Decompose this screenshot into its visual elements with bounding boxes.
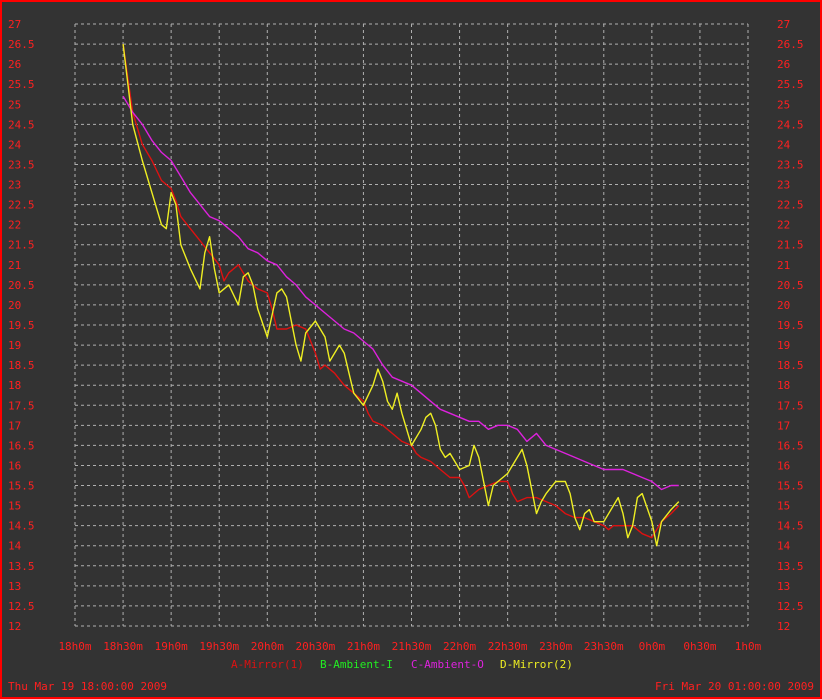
y-tick-label-right: 14.5 bbox=[777, 520, 804, 533]
y-tick-label-left: 26.5 bbox=[8, 38, 35, 51]
y-tick-label-right: 24.5 bbox=[777, 118, 804, 131]
x-tick-label: 21h0m bbox=[347, 640, 380, 653]
y-tick-label-left: 21 bbox=[8, 259, 21, 272]
y-tick-label-right: 20.5 bbox=[777, 279, 804, 292]
y-tick-label-right: 17 bbox=[777, 419, 790, 432]
y-axis-left: 12 12.5 13 13.5 14 14.5 15 15.5 16 16.5 17 17.5 18 18… bbox=[8, 18, 35, 633]
x-tick-label: 22h0m bbox=[443, 640, 476, 653]
y-tick-label-left: 23.5 bbox=[8, 158, 35, 171]
y-tick-label-left: 18 bbox=[8, 379, 21, 392]
y-tick-label-right: 12 bbox=[777, 620, 790, 633]
y-tick-label-right: 27 bbox=[777, 18, 790, 31]
y-tick-label-right: 17.5 bbox=[777, 399, 804, 412]
legend-entry: A-Mirror(1) bbox=[231, 658, 304, 671]
y-tick-label-left: 16 bbox=[8, 459, 21, 472]
y-tick-label-left: 25.5 bbox=[8, 78, 35, 91]
y-tick-label-left: 12.5 bbox=[8, 600, 35, 613]
legend-entry: B-Ambient-I bbox=[320, 658, 393, 671]
x-axis: 18h0m 18h30m 19h0m 19h30m 20h0m 20h30m 21h0m 21… bbox=[58, 640, 761, 653]
y-tick-label-left: 25 bbox=[8, 98, 21, 111]
y-tick-label-right: 25 bbox=[777, 98, 790, 111]
y-tick-label-right: 13.5 bbox=[777, 560, 804, 573]
x-tick-label: 1h0m bbox=[735, 640, 762, 653]
x-tick-label: 20h30m bbox=[295, 640, 335, 653]
y-tick-label-left: 22 bbox=[8, 219, 21, 232]
start-time-label: Thu Mar 19 18:00:00 2009 bbox=[8, 680, 167, 693]
y-tick-label-right: 21.5 bbox=[777, 239, 804, 252]
y-tick-label-left: 15 bbox=[8, 500, 21, 513]
y-tick-label-right: 16.5 bbox=[777, 439, 804, 452]
x-tick-label: 23h30m bbox=[584, 640, 624, 653]
y-tick-label-right: 13 bbox=[777, 580, 790, 593]
y-tick-label-right: 22 bbox=[777, 219, 790, 232]
x-tick-label: 0h30m bbox=[683, 640, 716, 653]
y-tick-label-left: 22.5 bbox=[8, 199, 35, 212]
y-tick-label-right: 23 bbox=[777, 179, 790, 192]
y-tick-label-left: 24 bbox=[8, 138, 22, 151]
y-tick-label-left: 17.5 bbox=[8, 399, 35, 412]
y-tick-label-right: 15.5 bbox=[777, 480, 804, 493]
y-tick-label-left: 23 bbox=[8, 179, 21, 192]
y-tick-label-left: 18.5 bbox=[8, 359, 35, 372]
y-tick-label-left: 14 bbox=[8, 540, 22, 553]
legend: A-Mirror(1) B-Ambient-I C-Ambient-O D-Mirro… bbox=[231, 658, 573, 671]
end-time-label: Fri Mar 20 01:00:00 2009 bbox=[655, 680, 814, 693]
chart-frame: 12 12.5 13 13.5 14 14.5 15 15.5 16 16.5 17 17.5 18 18… bbox=[0, 0, 822, 699]
y-tick-label-right: 25.5 bbox=[777, 78, 804, 91]
y-tick-label-right: 15 bbox=[777, 500, 790, 513]
y-tick-label-right: 18 bbox=[777, 379, 790, 392]
y-tick-label-left: 20.5 bbox=[8, 279, 35, 292]
y-tick-label-left: 24.5 bbox=[8, 118, 35, 131]
y-tick-label-right: 18.5 bbox=[777, 359, 804, 372]
y-tick-label-left: 16.5 bbox=[8, 439, 35, 452]
y-tick-label-right: 12.5 bbox=[777, 600, 804, 613]
y-tick-label-left: 15.5 bbox=[8, 480, 35, 493]
y-tick-label-left: 13 bbox=[8, 580, 21, 593]
series-line-a-mirror-1 bbox=[122, 44, 680, 539]
series-line-c-ambient-o bbox=[122, 95, 679, 491]
y-tick-label-right: 14 bbox=[777, 540, 791, 553]
y-tick-label-right: 24 bbox=[777, 138, 791, 151]
y-tick-label-left: 26 bbox=[8, 58, 21, 71]
y-tick-label-right: 20 bbox=[777, 299, 790, 312]
x-tick-label: 18h0m bbox=[58, 640, 91, 653]
y-tick-label-right: 19 bbox=[777, 339, 790, 352]
y-tick-label-left: 20 bbox=[8, 299, 21, 312]
line-chart: 12 12.5 13 13.5 14 14.5 15 15.5 16 16.5 17 17.5 18 18… bbox=[8, 18, 814, 693]
x-tick-label: 18h30m bbox=[103, 640, 143, 653]
y-tick-label-left: 13.5 bbox=[8, 560, 35, 573]
y-tick-label-right: 22.5 bbox=[777, 199, 804, 212]
y-tick-label-left: 12 bbox=[8, 620, 21, 633]
y-tick-label-right: 19.5 bbox=[777, 319, 804, 332]
y-tick-label-right: 23.5 bbox=[777, 158, 804, 171]
y-tick-label-left: 21.5 bbox=[8, 239, 35, 252]
x-tick-label: 20h0m bbox=[251, 640, 284, 653]
x-tick-label: 21h30m bbox=[392, 640, 432, 653]
y-tick-label-right: 16 bbox=[777, 459, 790, 472]
x-tick-label: 0h0m bbox=[639, 640, 666, 653]
y-axis-right: 12 12.5 13 13.5 14 14.5 15 15.5 16 16.5 17 17.5 18 18… bbox=[777, 18, 804, 633]
y-tick-label-left: 19 bbox=[8, 339, 21, 352]
x-tick-label: 19h0m bbox=[155, 640, 188, 653]
y-tick-label-right: 26.5 bbox=[777, 38, 804, 51]
y-tick-label-left: 14.5 bbox=[8, 520, 35, 533]
series-line-d-mirror-2 bbox=[122, 44, 680, 547]
y-tick-label-left: 19.5 bbox=[8, 319, 35, 332]
x-tick-label: 22h30m bbox=[488, 640, 528, 653]
series-lines bbox=[122, 44, 680, 547]
y-tick-label-left: 17 bbox=[8, 419, 21, 432]
y-tick-label-right: 21 bbox=[777, 259, 790, 272]
x-tick-label: 19h30m bbox=[199, 640, 239, 653]
y-tick-label-left: 27 bbox=[8, 18, 21, 31]
legend-entry: D-Mirror(2) bbox=[500, 658, 573, 671]
legend-entry: C-Ambient-O bbox=[411, 658, 484, 671]
y-tick-label-right: 26 bbox=[777, 58, 790, 71]
x-tick-label: 23h0m bbox=[539, 640, 572, 653]
